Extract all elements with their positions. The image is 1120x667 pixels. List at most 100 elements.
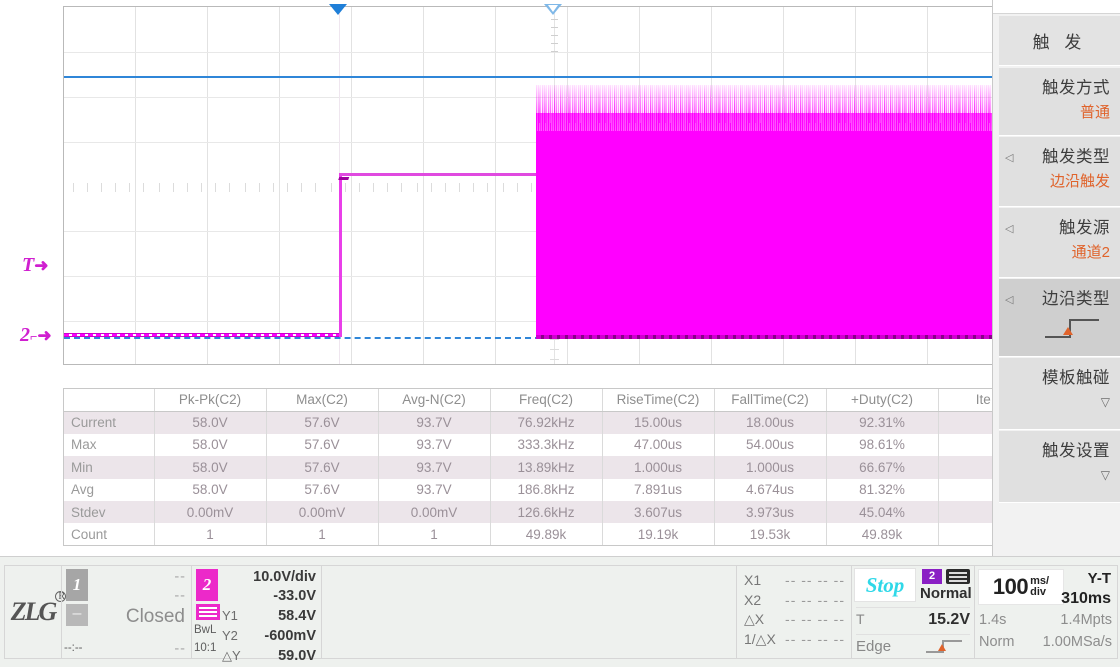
channel1-state-badge[interactable]: – xyxy=(66,604,88,626)
trigger-type-row[interactable]: Edge xyxy=(856,634,970,655)
x-cursor-panel[interactable]: X1 -- -- -- -- X2 -- -- -- -- △X -- -- -… xyxy=(736,566,851,658)
cursor-row: Y1 58.4V xyxy=(222,606,316,626)
cursor-row: X2 -- -- -- -- xyxy=(744,591,845,611)
cursor-value: -600mV xyxy=(264,627,316,646)
row-label: Max xyxy=(64,434,154,456)
chevron-left-icon[interactable]: ◁ xyxy=(1005,151,1013,164)
table-row[interactable]: Min 58.0V 57.6V 93.7V 13.89kHz 1.000us 1… xyxy=(64,456,995,478)
menu-item-trigger-settings[interactable]: 触发设置 ▽ xyxy=(999,431,1120,503)
menu-item-trigger-mode[interactable]: 触发方式 普通 xyxy=(999,68,1120,136)
table-row[interactable]: Count 1 1 1 49.89k 19.19k 19.53k 49.89k xyxy=(64,523,995,545)
table-row[interactable]: Stdev 0.00mV 0.00mV 0.00mV 126.6kHz 3.60… xyxy=(64,501,995,523)
table-cell: 13.89kHz xyxy=(490,456,602,478)
table-cell xyxy=(938,434,995,456)
table-cell: 49.89k xyxy=(826,523,938,545)
menu-item-value: 通道2 xyxy=(1005,242,1110,264)
trigger-level-value: 15.2V xyxy=(928,611,970,629)
table-cell: 0.00mV xyxy=(378,501,490,523)
cursor-row: △X -- -- -- -- xyxy=(744,610,845,630)
table-cell xyxy=(938,456,995,478)
trigger-coupling-icon[interactable] xyxy=(946,569,970,584)
rising-edge-icon xyxy=(926,639,970,654)
menu-item-trigger-type[interactable]: ◁ 触发类型 边沿触发 xyxy=(999,137,1120,207)
trigger-status-panel[interactable]: Stop 2 Normal T 15.2V Edge xyxy=(851,566,974,658)
channel1-badge[interactable]: 1 xyxy=(66,569,88,601)
timebase-span: 1.4s xyxy=(979,612,1006,628)
sample-rate: 1.00MSa/s xyxy=(1043,634,1112,650)
row-label: Stdev xyxy=(64,501,154,523)
menu-item-template-touch[interactable]: 模板触碰 ▽ xyxy=(999,358,1120,430)
trigger-type-label: Edge xyxy=(856,638,891,655)
table-header-cell xyxy=(64,389,154,411)
channel1-probe: --:-- xyxy=(64,642,83,654)
timebase-scale-box[interactable]: 100 ms/ div xyxy=(978,569,1064,605)
channel2-offset-value: -33.0V xyxy=(273,587,316,606)
menu-item-trigger-source[interactable]: ◁ 触发源 通道2 xyxy=(999,208,1120,278)
table-cell: 1 xyxy=(154,523,266,545)
table-cell: 1.000us xyxy=(602,456,714,478)
menu-item-label: 边沿类型 xyxy=(1005,288,1110,310)
trigger-level-row[interactable]: T 15.2V xyxy=(856,607,970,629)
table-cell: 49.89k xyxy=(490,523,602,545)
trigger-marker-arrow: ➜ xyxy=(34,256,48,275)
channel2-probe-ratio[interactable]: 10:1 xyxy=(194,642,216,654)
channel2-scale-value: 10.0V/div xyxy=(253,568,316,587)
channel2-coupling-icon[interactable] xyxy=(196,604,220,620)
row-label: Min xyxy=(64,456,154,478)
trigger-delay-marker-icon[interactable] xyxy=(329,4,347,15)
measurement-grid: Pk-Pk(C2) Max(C2) Avg-N(C2) Freq(C2) Ris… xyxy=(64,389,995,546)
ch2-waveform xyxy=(64,7,992,364)
waveform-graticule[interactable] xyxy=(63,6,993,365)
table-cell: 93.7V xyxy=(378,456,490,478)
menu-item-label: 触发方式 xyxy=(1005,77,1110,99)
table-row[interactable]: Current 58.0V 57.6V 93.7V 76.92kHz 15.00… xyxy=(64,411,995,433)
table-header-cell: Ite xyxy=(938,389,995,411)
chevron-left-icon[interactable]: ◁ xyxy=(1005,293,1013,306)
cursor-key: △Y xyxy=(222,646,241,665)
table-cell: 7.891us xyxy=(602,479,714,501)
chevron-down-icon[interactable]: ▽ xyxy=(1005,395,1110,409)
table-cell: 186.8kHz xyxy=(490,479,602,501)
brand-logo: ZLGR xyxy=(5,566,61,658)
run-stop-status[interactable]: Stop xyxy=(854,568,916,602)
table-cell: 1 xyxy=(266,523,378,545)
table-cell: 57.6V xyxy=(266,456,378,478)
table-cell: 93.7V xyxy=(378,411,490,433)
measurement-table[interactable]: Pk-Pk(C2) Max(C2) Avg-N(C2) Freq(C2) Ris… xyxy=(63,388,995,546)
cursor-row: Y2 -600mV xyxy=(222,626,316,646)
channel2-badge[interactable]: 2 xyxy=(196,569,218,601)
trigger-position-marker[interactable]: T➜ xyxy=(22,254,48,277)
channel2-panel[interactable]: 2 BwL 10:1 10.0V/div -33.0V xyxy=(191,566,321,658)
display-mode-label[interactable]: Y-T xyxy=(1088,570,1111,587)
chevron-left-icon[interactable]: ◁ xyxy=(1005,222,1013,235)
table-cell: 15.00us xyxy=(602,411,714,433)
channel2-ground-marker[interactable]: 2⌐➜ xyxy=(20,324,52,347)
table-cell xyxy=(938,523,995,545)
channel2-bandwidth-limit[interactable]: BwL xyxy=(194,624,216,636)
channel1-panel[interactable]: 1 – --:-- -- -- Closed xyxy=(61,566,191,658)
timebase-unit: ms/ div xyxy=(1030,576,1049,598)
table-header-cell: FallTime(C2) xyxy=(714,389,826,411)
waveform-rising-edge xyxy=(339,173,342,337)
channel1-offset-value: -- xyxy=(174,587,186,606)
burst-baseline xyxy=(536,335,993,339)
cursor-value: -- -- -- -- xyxy=(785,610,845,630)
trigger-source-badge[interactable]: 2 xyxy=(922,569,942,584)
waveform-mid-segment xyxy=(340,173,536,176)
menu-item-edge-type[interactable]: ◁ 边沿类型 xyxy=(999,279,1120,357)
channel1-scale-value: -- xyxy=(174,568,186,587)
timebase-panel[interactable]: 100 ms/ div Y-T 310ms 1.4s 1.4Mpts Norm … xyxy=(974,566,1117,658)
chevron-down-icon[interactable]: ▽ xyxy=(1005,468,1110,482)
trigger-mode-label[interactable]: Normal xyxy=(920,585,972,602)
menu-item-label: 模板触碰 xyxy=(1005,367,1110,389)
table-row[interactable]: Avg 58.0V 57.6V 93.7V 186.8kHz 7.891us 4… xyxy=(64,479,995,501)
trigger-position-marker-icon[interactable] xyxy=(544,4,562,15)
table-row[interactable]: Max 58.0V 57.6V 93.7V 333.3kHz 47.00us 5… xyxy=(64,434,995,456)
table-cell: 19.53k xyxy=(714,523,826,545)
table-cell: 54.00us xyxy=(714,434,826,456)
cursor-value: -- -- -- -- xyxy=(785,630,845,650)
channel2-cursor-readouts: Y1 58.4V Y2 -600mV △Y 59.0V △Y/△X -- -- … xyxy=(222,606,316,667)
timebase-acq-row: Norm 1.00MSa/s xyxy=(979,634,1112,650)
timebase-span-row: 1.4s 1.4Mpts xyxy=(979,612,1112,628)
table-cell: 58.0V xyxy=(154,434,266,456)
